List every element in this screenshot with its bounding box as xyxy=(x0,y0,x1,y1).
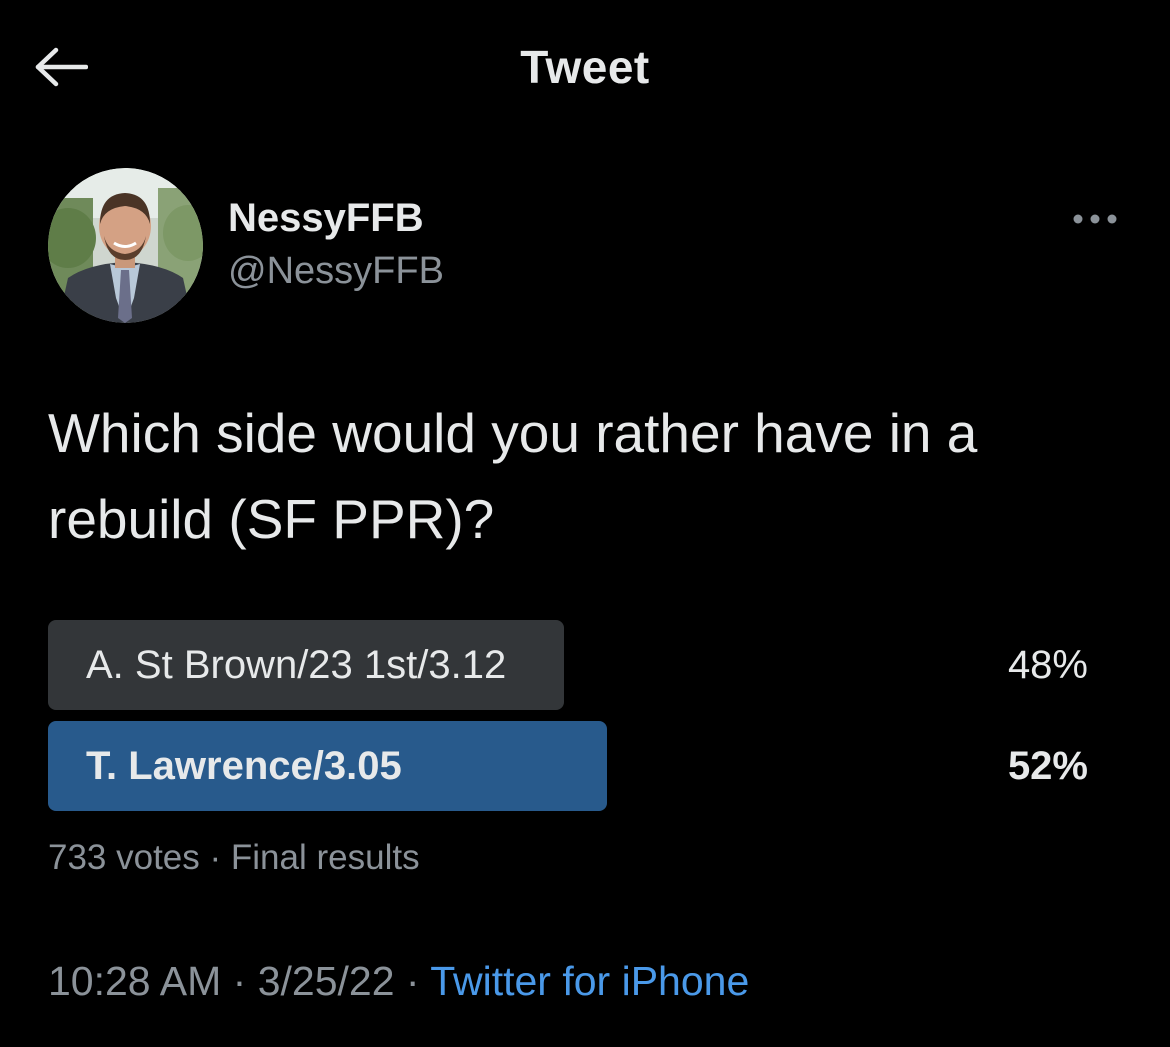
page-title: Tweet xyxy=(520,41,650,93)
tweet-text-line-2: rebuild (SF PPR)? xyxy=(48,488,495,550)
poll-option-percent: 48% xyxy=(1007,643,1088,687)
poll-option-label: A. St Brown/23 1st/3.12 xyxy=(86,643,507,687)
separator-dot: · xyxy=(209,838,222,877)
tweet-source-link[interactable]: Twitter for iPhone xyxy=(430,958,749,1004)
poll-option-1: A. St Brown/23 1st/3.12 48% xyxy=(48,620,1088,710)
author-name[interactable]: NessyFFB xyxy=(228,196,424,241)
poll-vote-count: 733 votes xyxy=(48,838,200,877)
poll-status: Final results xyxy=(230,838,420,877)
poll-summary: 733 votes · Final results xyxy=(48,838,420,878)
separator-dot: · xyxy=(405,958,420,1004)
more-options-button[interactable] xyxy=(1068,200,1122,238)
tweet-text-line-1: Which side would you rather have in a xyxy=(48,402,978,464)
avatar-image xyxy=(48,168,203,323)
poll-option-label: T. Lawrence/3.05 xyxy=(86,744,402,788)
tweet-detail-screen: Tweet NessyFFB @NessyFFB Which side woul… xyxy=(0,0,1170,1047)
tweet-time[interactable]: 10:28 AM xyxy=(48,958,221,1004)
poll-option-2: T. Lawrence/3.05 52% xyxy=(48,721,1088,811)
more-horizontal-icon xyxy=(1073,214,1117,224)
poll-option-percent: 52% xyxy=(1007,744,1088,788)
top-nav-bar: Tweet xyxy=(0,0,1170,135)
tweet-text: Which side would you rather have in a re… xyxy=(48,390,1128,562)
tweet-timestamp-row: 10:28 AM · 3/25/22 · Twitter for iPhone xyxy=(48,958,749,1005)
avatar[interactable] xyxy=(48,168,203,323)
author-handle[interactable]: @NessyFFB xyxy=(228,250,444,293)
separator-dot: · xyxy=(232,958,247,1004)
tweet-date[interactable]: 3/25/22 xyxy=(258,958,395,1004)
